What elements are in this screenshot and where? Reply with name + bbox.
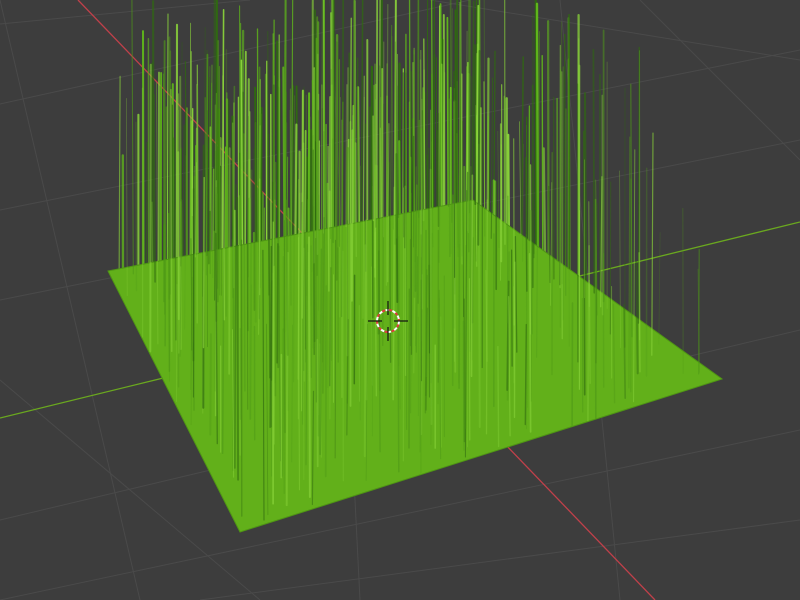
grass-strand xyxy=(556,97,559,264)
grass-strand xyxy=(236,196,240,481)
grass-strand xyxy=(458,129,461,389)
grass-strand xyxy=(635,260,639,375)
grass-strand xyxy=(405,188,408,431)
grass-strand xyxy=(176,284,178,403)
grass-strand xyxy=(170,88,173,353)
grass-strand xyxy=(581,297,584,413)
viewport-canvas[interactable] xyxy=(0,0,800,600)
grass-strand xyxy=(276,243,279,364)
grass-strand xyxy=(149,63,152,353)
grass-strand xyxy=(592,48,596,294)
grass-strand xyxy=(327,145,330,292)
grass-strand xyxy=(542,147,547,269)
grass-strand xyxy=(294,123,298,249)
grass-strand xyxy=(177,151,180,321)
grass-strand xyxy=(583,92,588,306)
grass-strand xyxy=(486,57,490,218)
grass-strand xyxy=(432,53,436,230)
grass-strand xyxy=(213,0,215,266)
grass-strand xyxy=(477,49,481,246)
grass-strand xyxy=(638,252,641,373)
grass-strand xyxy=(345,84,348,228)
grass-strand xyxy=(216,40,220,262)
grass-strand xyxy=(209,333,212,436)
grass-strand xyxy=(208,76,211,265)
grass-strand xyxy=(302,247,306,382)
grass-strand xyxy=(470,174,474,378)
grass-strand xyxy=(324,285,328,478)
grass-strand xyxy=(588,279,591,384)
grass-strand xyxy=(559,192,562,286)
grass-strand xyxy=(429,168,433,426)
grass-strand xyxy=(419,59,422,235)
grass-strand xyxy=(145,141,148,271)
grass-strand xyxy=(283,57,286,251)
grass-strand xyxy=(469,0,471,214)
grass-strand xyxy=(202,176,205,349)
grass-strand xyxy=(453,70,456,278)
grass-strand xyxy=(135,121,138,292)
grass-strand xyxy=(428,147,430,354)
grass-strand xyxy=(350,129,354,302)
grass-strand xyxy=(153,93,157,283)
grass-strand xyxy=(375,0,379,225)
grass-strand xyxy=(256,28,259,251)
grass-strand xyxy=(419,279,422,453)
grass-strand xyxy=(174,139,177,341)
grass-strand xyxy=(546,20,550,291)
grass-strand xyxy=(414,184,418,292)
grass-strand xyxy=(285,199,289,356)
grass-strand xyxy=(228,147,231,375)
grass-strand xyxy=(506,195,509,324)
grass-strand xyxy=(497,345,500,448)
grass-strand xyxy=(422,69,426,222)
grass-strand xyxy=(513,138,515,326)
3d-viewport[interactable] xyxy=(0,0,800,600)
